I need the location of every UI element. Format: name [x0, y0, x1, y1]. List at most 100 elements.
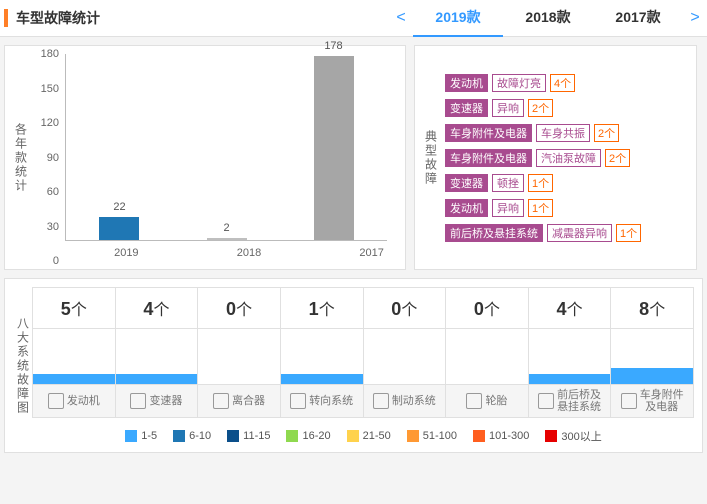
- system-name: 离合器: [232, 395, 265, 407]
- system-icon: [538, 393, 554, 409]
- legend-item: 51-100: [407, 428, 457, 444]
- system-count-cell: 8个: [610, 287, 694, 329]
- legend-item: 101-300: [473, 428, 529, 444]
- fault-row[interactable]: 发动机异响1个: [445, 199, 688, 217]
- legend-swatch: [407, 430, 419, 442]
- system-name: 轮胎: [485, 395, 507, 407]
- systems-panel: 八大系统故障图 5个4个0个1个0个0个4个8个发动机变速器离合器转向系统制动系…: [4, 278, 703, 453]
- y-tick: 120: [29, 117, 59, 129]
- system-icon: [213, 393, 229, 409]
- legend-swatch: [347, 430, 359, 442]
- system-count-cell: 1个: [280, 287, 364, 329]
- bar-value-label: 2: [207, 222, 247, 234]
- system-name: 车身附件 及电器: [640, 389, 684, 413]
- fault-issue-tag: 异响: [492, 199, 524, 217]
- fault-category-tag: 发动机: [445, 199, 488, 217]
- fault-issue-tag: 汽油泵故障: [536, 149, 601, 167]
- tabs-prev-arrow[interactable]: <: [389, 9, 413, 27]
- yearly-stats-panel: 各年款统计 222178 030609012015018020192018201…: [4, 45, 406, 270]
- legend-swatch: [286, 430, 298, 442]
- system-count-cell: 4个: [115, 287, 199, 329]
- y-tick: 180: [29, 48, 59, 60]
- bar-value-label: 22: [99, 201, 139, 213]
- legend-label: 21-50: [363, 430, 391, 442]
- fault-row[interactable]: 变速器顿挫1个: [445, 174, 688, 192]
- legend-label: 1-5: [141, 430, 157, 442]
- legend-swatch: [545, 430, 557, 442]
- bar-2017: 178: [314, 56, 354, 240]
- system-name: 变速器: [149, 395, 182, 407]
- fault-row[interactable]: 车身附件及电器车身共振2个: [445, 124, 688, 142]
- typical-faults-label: 典型故障: [423, 54, 439, 261]
- fault-category-tag: 变速器: [445, 174, 488, 192]
- system-label-cell[interactable]: 轮胎: [445, 384, 529, 418]
- fault-issue-tag: 减震器异响: [547, 224, 612, 242]
- fault-category-tag: 车身附件及电器: [445, 124, 532, 142]
- year-tabs: 2019款2018款2017款: [413, 0, 683, 37]
- system-label-cell[interactable]: 制动系统: [363, 384, 447, 418]
- legend-item: 16-20: [286, 428, 330, 444]
- fault-row[interactable]: 变速器异响2个: [445, 99, 688, 117]
- fault-count: 2个: [528, 99, 553, 117]
- system-label-cell[interactable]: 转向系统: [280, 384, 364, 418]
- legend-item: 6-10: [173, 428, 211, 444]
- system-icon: [130, 393, 146, 409]
- fault-row[interactable]: 发动机故障灯亮4个: [445, 74, 688, 92]
- y-tick: 0: [29, 255, 59, 267]
- tab-2017款[interactable]: 2017款: [593, 0, 683, 35]
- fault-count: 2个: [605, 149, 630, 167]
- fault-count: 2个: [594, 124, 619, 142]
- fault-issue-tag: 顿挫: [492, 174, 524, 192]
- system-icon: [290, 393, 306, 409]
- fault-row[interactable]: 车身附件及电器汽油泵故障2个: [445, 149, 688, 167]
- system-count-cell: 0个: [363, 287, 447, 329]
- bar-2019: 22: [99, 217, 139, 240]
- legend-swatch: [173, 430, 185, 442]
- tabs-next-arrow[interactable]: >: [683, 9, 707, 27]
- header-accent: [4, 9, 8, 27]
- system-label-cell[interactable]: 发动机: [32, 384, 116, 418]
- y-tick: 30: [29, 221, 59, 233]
- system-label-cell[interactable]: 变速器: [115, 384, 199, 418]
- system-bar-cell: [115, 328, 199, 385]
- page-title: 车型故障统计: [16, 8, 100, 28]
- system-count-cell: 4个: [528, 287, 612, 329]
- fault-row[interactable]: 前后桥及悬挂系统减震器异响1个: [445, 224, 688, 242]
- systems-label: 八大系统故障图: [13, 287, 33, 444]
- fault-issue-tag: 故障灯亮: [492, 74, 546, 92]
- legend-item: 11-15: [227, 428, 270, 444]
- bar-2018: 2: [207, 238, 247, 240]
- system-icon: [621, 393, 637, 409]
- fault-count: 1个: [528, 174, 553, 192]
- legend-label: 6-10: [189, 430, 211, 442]
- system-count-cell: 0个: [445, 287, 529, 329]
- system-label-cell[interactable]: 离合器: [197, 384, 281, 418]
- legend-item: 1-5: [125, 428, 157, 444]
- legend-swatch: [473, 430, 485, 442]
- legend-swatch: [125, 430, 137, 442]
- legend-item: 21-50: [347, 428, 391, 444]
- system-bar-cell: [610, 328, 694, 385]
- system-bar-cell: [197, 328, 281, 385]
- system-label-cell[interactable]: 车身附件 及电器: [610, 384, 694, 418]
- system-bar-cell: [32, 328, 116, 385]
- legend-label: 101-300: [489, 430, 529, 442]
- fault-category-tag: 前后桥及悬挂系统: [445, 224, 543, 242]
- system-icon: [466, 393, 482, 409]
- system-bar-cell: [445, 328, 529, 385]
- yearly-bar-chart: 222178 0306090120150180201920182017: [29, 54, 397, 261]
- fault-count: 1个: [528, 199, 553, 217]
- legend-swatch: [227, 430, 239, 442]
- fault-category-tag: 车身附件及电器: [445, 149, 532, 167]
- fault-issue-tag: 车身共振: [536, 124, 590, 142]
- legend-label: 300以上: [561, 428, 601, 444]
- x-tick: 2017: [352, 247, 392, 259]
- x-tick: 2019: [106, 247, 146, 259]
- header: 车型故障统计 < 2019款2018款2017款 >: [0, 0, 707, 37]
- system-label-cell[interactable]: 前后桥及 悬挂系统: [528, 384, 612, 418]
- tab-2018款[interactable]: 2018款: [503, 0, 593, 35]
- system-icon: [373, 393, 389, 409]
- fault-count: 4个: [550, 74, 575, 92]
- legend-item: 300以上: [545, 428, 601, 444]
- tab-2019款[interactable]: 2019款: [413, 0, 503, 37]
